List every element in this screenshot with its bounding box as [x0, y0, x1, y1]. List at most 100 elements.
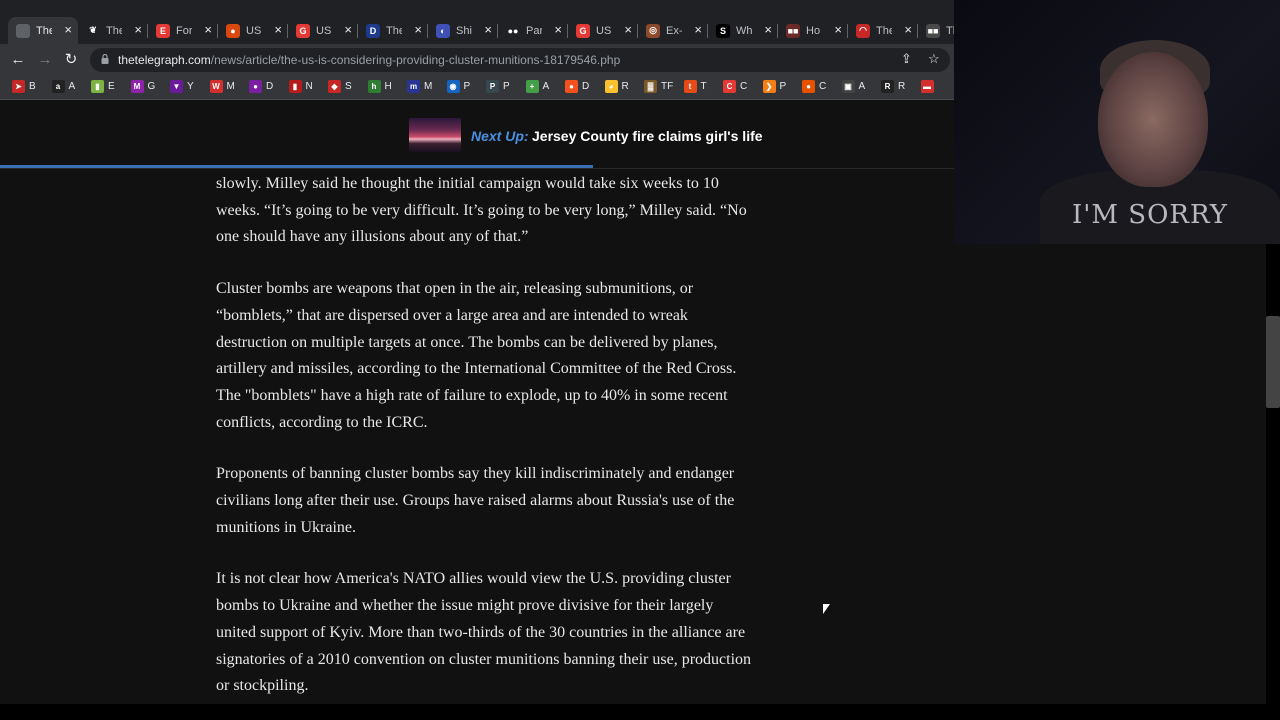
bookmark-item[interactable]: ◉ P	[446, 80, 470, 93]
tab-close-icon[interactable]: ×	[414, 23, 422, 37]
bookmark-item[interactable]: ▮ N	[288, 80, 313, 93]
browser-tab[interactable]: G US ×	[568, 17, 638, 44]
tab-favicon-icon: S	[716, 23, 730, 38]
tab-close-icon[interactable]: ×	[134, 23, 142, 37]
tab-title: Par	[526, 24, 542, 37]
bookmark-item[interactable]: ▬	[920, 80, 938, 93]
tab-close-icon[interactable]: ×	[344, 23, 352, 37]
bookmark-favicon-icon: ▓	[644, 80, 657, 93]
bookmark-item[interactable]: WM	[209, 80, 235, 93]
back-button[interactable]: ←	[9, 51, 27, 69]
bookmark-favicon-icon: ◕	[604, 80, 618, 93]
share-icon[interactable]: ⇪	[901, 51, 912, 67]
tab-favicon-icon: G	[576, 23, 590, 38]
bookmark-favicon-icon: ▼	[170, 80, 183, 93]
bookmark-item[interactable]: tT	[683, 80, 707, 93]
bookmark-item[interactable]: RR	[881, 80, 905, 93]
browser-tab[interactable]: ● US ×	[218, 17, 288, 44]
tab-favicon-icon: ■■	[786, 23, 800, 38]
bookmark-item[interactable]: ▼ Y	[170, 80, 194, 93]
tab-close-icon[interactable]: ×	[204, 23, 212, 37]
bookmark-label: C	[740, 81, 748, 92]
bookmark-star-icon[interactable]: ☆	[928, 51, 940, 67]
bookmark-item[interactable]: PP	[486, 80, 510, 93]
tab-close-icon[interactable]: ×	[624, 23, 632, 37]
bookmark-label: M	[424, 81, 433, 92]
bookmark-label: E	[108, 81, 115, 92]
bookmark-label: P	[503, 81, 510, 92]
browser-tab[interactable]: S Wh ×	[708, 17, 778, 44]
bookmark-item[interactable]: ❯ P	[762, 80, 787, 93]
bookmark-item[interactable]: ● C	[802, 80, 826, 93]
scrollbar-thumb[interactable]	[1266, 316, 1280, 408]
tab-title: US	[316, 24, 332, 37]
browser-tab[interactable]: ❦ The ×	[78, 17, 148, 44]
browser-window: The × ❦ The × E For × ● US × G US × D The × ◐ Shi × ●● Par × G U…	[0, 0, 954, 720]
tab-close-icon[interactable]: ×	[274, 23, 282, 37]
bookmark-favicon-icon: ◉	[446, 80, 460, 93]
browser-tab[interactable]: ◠ The ×	[848, 17, 918, 44]
bookmark-label: P	[779, 81, 787, 92]
browser-tab[interactable]: ◎ Ex- ×	[638, 17, 708, 44]
bookmark-item[interactable]: ▣ A	[841, 80, 865, 93]
tab-close-icon[interactable]: ×	[834, 23, 842, 37]
lock-icon	[101, 54, 109, 64]
bookmark-item[interactable]: + A	[525, 80, 549, 93]
address-bar[interactable]: thetelegraph.com/news/article/the-us-is-…	[90, 48, 950, 72]
bookmark-favicon-icon: P	[486, 80, 499, 93]
browser-tab[interactable]: D The ×	[358, 17, 428, 44]
bookmark-item[interactable]: ▮ E	[91, 80, 115, 93]
bookmark-label: H	[384, 81, 392, 92]
tab-close-icon[interactable]: ×	[764, 23, 772, 37]
bookmark-favicon-icon: ▮	[288, 80, 302, 93]
next-up-thumbnail[interactable]	[409, 118, 461, 152]
bookmark-item[interactable]: MG	[130, 80, 155, 93]
bookmark-item[interactable]: mM	[407, 80, 432, 93]
browser-tab[interactable]: ●● Par ×	[498, 17, 568, 44]
next-up-title[interactable]: Jersey County fire claims girl's life	[532, 128, 763, 144]
bookmark-label: Y	[187, 81, 194, 92]
bookmark-label: R	[898, 81, 906, 92]
bookmark-label: C	[819, 81, 827, 92]
bookmark-item[interactable]: CC	[723, 80, 747, 93]
tab-title: Shi	[456, 24, 472, 37]
browser-tab[interactable]: The ×	[8, 17, 78, 44]
tab-close-icon[interactable]: ×	[64, 23, 72, 37]
bookmark-item[interactable]: ➤ B	[12, 80, 36, 93]
browser-tab[interactable]: ◐ Shi ×	[428, 17, 498, 44]
tab-close-icon[interactable]: ×	[904, 23, 912, 37]
bookmark-item[interactable]: hH	[367, 80, 392, 93]
bookmark-label: A	[68, 81, 76, 92]
webcam-overlay: I'M SORRY	[954, 0, 1280, 244]
next-up-banner[interactable]: Next Up: Jersey County fire claims girl'…	[0, 101, 954, 169]
article-body: slowly. Milley said he thought the initi…	[216, 171, 756, 704]
browser-tab[interactable]: G US ×	[288, 17, 358, 44]
reload-button[interactable]: ↻	[62, 51, 80, 69]
bookmark-item[interactable]: ◆ S	[328, 80, 352, 93]
tab-favicon-icon: ◐	[436, 23, 450, 38]
bookmark-favicon-icon: t	[683, 80, 697, 93]
browser-tab[interactable]: ■■Th×	[918, 17, 954, 44]
bookmark-item[interactable]: ● D	[249, 80, 273, 93]
bookmark-label: D	[266, 81, 274, 92]
tab-title: Wh	[736, 24, 752, 37]
tab-close-icon[interactable]: ×	[484, 23, 492, 37]
forward-button[interactable]: →	[36, 51, 54, 69]
bookmark-favicon-icon: ➤	[12, 80, 25, 93]
bookmarks-bar: ➤ Ba A ▮ E M G ▼ Y W M ● D ▮ N ◆ Sh Hm M ◉ P P P + A ● D ◕ R ▓ TF t T C C ❯…	[0, 76, 954, 100]
tab-title: The	[386, 24, 402, 37]
tab-favicon-icon: E	[156, 23, 170, 38]
tab-favicon-icon: ◠	[856, 23, 870, 38]
bookmark-favicon-icon: ▮	[91, 80, 104, 93]
toolbar: ← → ↻ thetelegraph.com/news/article/the-…	[0, 44, 954, 76]
bookmark-item[interactable]: ▓ TF	[644, 80, 673, 93]
tab-close-icon[interactable]: ×	[554, 23, 562, 37]
bookmark-item[interactable]: ● D	[565, 80, 589, 93]
bookmark-item[interactable]: aA	[51, 80, 76, 93]
reading-progress-bar	[0, 165, 593, 168]
bookmark-item[interactable]: ◕ R	[604, 80, 629, 93]
tab-close-icon[interactable]: ×	[694, 23, 702, 37]
browser-tab[interactable]: E For ×	[148, 17, 218, 44]
bookmark-favicon-icon: ●	[802, 80, 815, 93]
browser-tab[interactable]: ■■ Ho ×	[778, 17, 848, 44]
